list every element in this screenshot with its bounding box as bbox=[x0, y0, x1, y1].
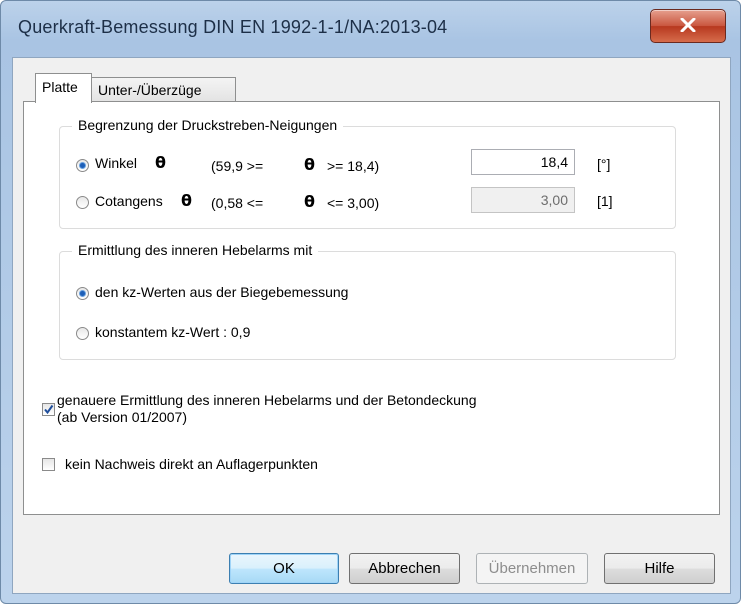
ok-button[interactable]: OK bbox=[229, 553, 339, 584]
winkel-range-left: (59,9 >= bbox=[211, 158, 264, 174]
tab-panel-platte: Begrenzung der Druckstreben-Neigungen Wi… bbox=[23, 101, 720, 515]
no-support-check-label[interactable]: kein Nachweis direkt an Auflagerpunkten bbox=[65, 456, 318, 472]
cotangens-range-left: (0,58 <= bbox=[211, 195, 264, 211]
precise-lever-arm-label-line2[interactable]: (ab Version 01/2007) bbox=[57, 409, 187, 425]
winkel-radio[interactable] bbox=[76, 159, 89, 172]
winkel-unit: [°] bbox=[597, 156, 611, 172]
tab-unter-ueberzuege-label: Unter-/Überzüge bbox=[98, 82, 202, 98]
kz-constant-label[interactable]: konstantem kz-Wert : 0,9 bbox=[95, 324, 250, 340]
dialog-window: Querkraft-Bemessung DIN EN 1992-1-1/NA:2… bbox=[0, 0, 741, 604]
kz-biegebemessung-label[interactable]: den kz-Werten aus der Biegebemessung bbox=[95, 284, 348, 300]
cotangens-label[interactable]: Cotangens bbox=[95, 193, 163, 209]
help-button[interactable]: Hilfe bbox=[604, 553, 715, 584]
strut-inclination-group: Begrenzung der Druckstreben-Neigungen bbox=[59, 117, 676, 229]
cancel-button[interactable]: Abbrechen bbox=[349, 553, 460, 584]
theta-symbol: θ bbox=[304, 192, 315, 211]
title-bar[interactable]: Querkraft-Bemessung DIN EN 1992-1-1/NA:2… bbox=[1, 1, 740, 57]
winkel-label[interactable]: Winkel bbox=[95, 155, 137, 171]
tab-unter-ueberzuege[interactable]: Unter-/Überzüge bbox=[92, 77, 236, 103]
cotangens-radio[interactable] bbox=[76, 196, 89, 209]
theta-symbol: θ bbox=[181, 191, 192, 210]
lever-arm-legend: Ermittlung des inneren Hebelarms mit bbox=[72, 242, 319, 258]
kz-biegebemessung-radio[interactable] bbox=[76, 287, 89, 300]
checkmark-icon bbox=[44, 404, 54, 415]
winkel-value-input[interactable]: 18,4 bbox=[471, 149, 575, 175]
cotangens-unit: [1] bbox=[597, 193, 613, 209]
cotangens-value-input: 3,00 bbox=[471, 187, 575, 213]
strut-inclination-legend: Begrenzung der Druckstreben-Neigungen bbox=[72, 117, 344, 133]
apply-button: Übernehmen bbox=[476, 553, 588, 584]
kz-constant-radio[interactable] bbox=[76, 327, 89, 340]
no-support-check-checkbox[interactable] bbox=[42, 458, 55, 471]
precise-lever-arm-checkbox[interactable] bbox=[42, 403, 55, 416]
precise-lever-arm-label-line1[interactable]: genauere Ermittlung des inneren Hebelarm… bbox=[57, 392, 477, 408]
close-button[interactable] bbox=[650, 9, 726, 43]
theta-symbol: θ bbox=[155, 153, 166, 172]
tab-platte[interactable]: Platte bbox=[35, 73, 92, 103]
tab-platte-label: Platte bbox=[42, 79, 78, 95]
lever-arm-group: Ermittlung des inneren Hebelarms mit bbox=[59, 242, 676, 360]
winkel-range-right: >= 18,4) bbox=[327, 158, 380, 174]
window-title: Querkraft-Bemessung DIN EN 1992-1-1/NA:2… bbox=[18, 17, 448, 37]
theta-symbol: θ bbox=[304, 155, 315, 174]
cotangens-range-right: <= 3,00) bbox=[327, 195, 380, 211]
close-icon bbox=[680, 18, 696, 32]
